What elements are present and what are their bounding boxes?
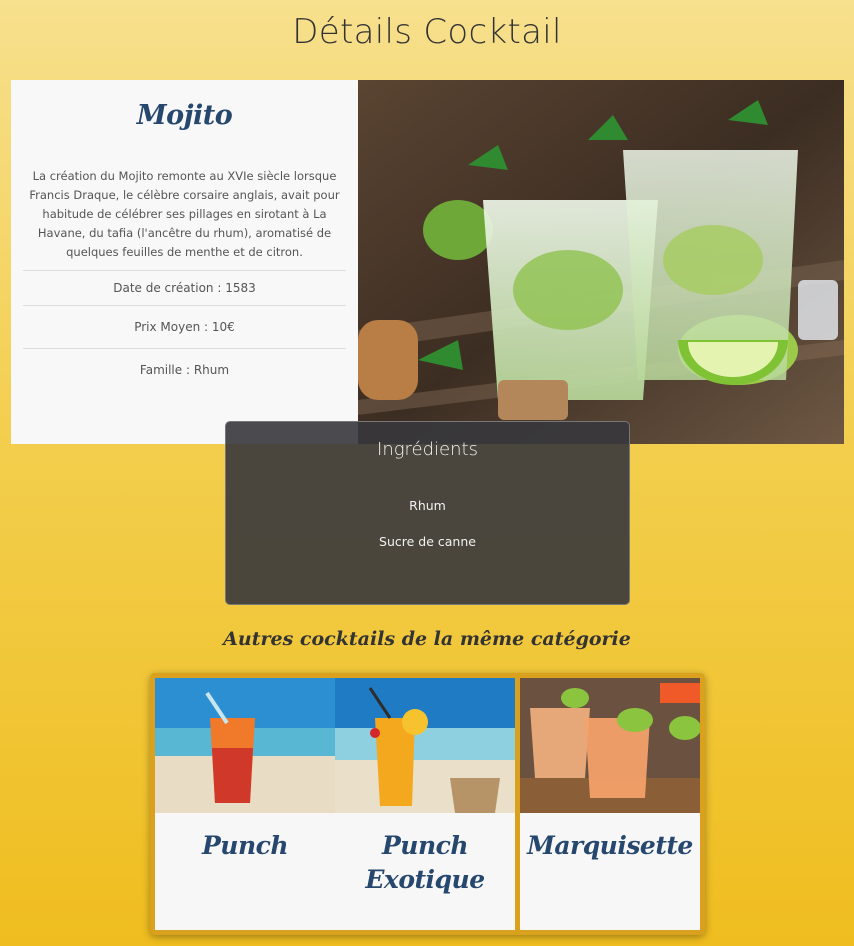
ingredient-item: Sucre de canne — [379, 534, 476, 549]
related-card-name: Punch — [201, 831, 289, 860]
related-cocktails-heading: Autres cocktails de la même catégorie — [223, 628, 631, 650]
cocktail-name: Mojito — [136, 100, 233, 131]
marquisette-photo — [520, 678, 700, 813]
ingredients-panel: Ingrédients Rhum Sucre de canne — [225, 421, 630, 605]
cocktail-info-card: Mojito La création du Mojito remonte au … — [11, 80, 358, 444]
punch-photo — [155, 678, 335, 813]
related-card-name: Punch Exotique — [365, 831, 485, 894]
related-cocktails-strip: Punch Punch Exotique Marquisette — [150, 673, 705, 935]
ingredients-title: Ingrédients — [377, 439, 478, 460]
average-price: Prix Moyen : 10€ — [134, 320, 235, 334]
cocktail-family: Famille : Rhum — [139, 363, 230, 377]
ingredient-item: Rhum — [409, 498, 446, 513]
related-card-punch-exotique[interactable]: Punch Exotique — [335, 678, 515, 930]
related-card-marquisette[interactable]: Marquisette — [520, 678, 700, 930]
page-title: Détails Cocktail — [292, 12, 562, 52]
mojito-photo — [358, 80, 844, 444]
punch-exotique-photo — [335, 678, 515, 813]
creation-date: Date de création : 1583 — [113, 281, 256, 295]
related-card-name: Marquisette — [527, 831, 693, 860]
ingredients-list: Rhum Sucre de canne — [226, 498, 629, 570]
related-card-punch[interactable]: Punch — [155, 678, 335, 930]
cocktail-description: La création du Mojito remonte au XVIe si… — [29, 169, 340, 259]
